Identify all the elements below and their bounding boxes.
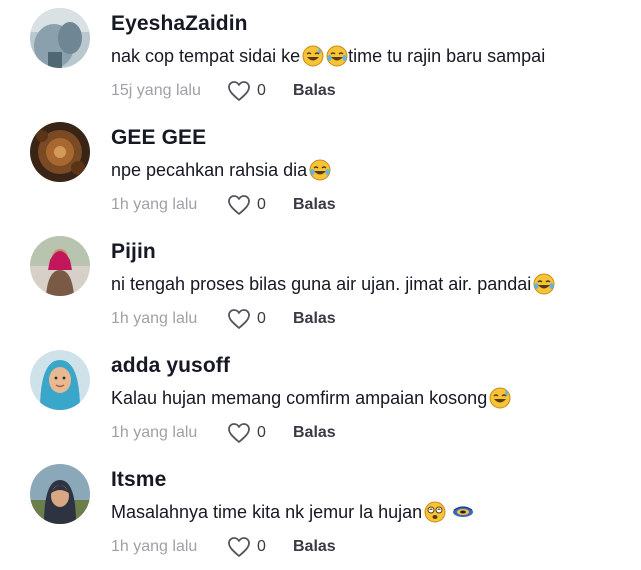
avatar[interactable]	[30, 236, 90, 296]
comment-meta: 1h yang lalu 0 Balas	[111, 536, 336, 558]
like-count: 0	[257, 424, 266, 441]
like-button[interactable]: 0	[227, 80, 293, 102]
tears-of-joy-emoji-icon	[309, 159, 331, 181]
comment-text-part: npe pecahkan rahsia dia	[111, 159, 308, 180]
avatar[interactable]	[30, 464, 90, 524]
comment-meta: 1h yang lalu 0 Balas	[111, 308, 336, 330]
comment-text-part: nak cop tempat sidai ke	[111, 45, 301, 66]
reply-button[interactable]: Balas	[293, 310, 336, 328]
comment-text-part: Kalau hujan memang comfirm ampaian koson…	[111, 387, 488, 408]
comment-meta: 1h yang lalu 0 Balas	[111, 194, 336, 216]
avatar[interactable]	[30, 350, 90, 410]
comment-text-part: Masalahnya time kita nk jemur la hujan	[111, 501, 423, 522]
reply-button[interactable]: Balas	[293, 424, 336, 442]
comment-time: 15j yang lalu	[111, 82, 201, 99]
comment-text: nak cop tempat sidai ke time tu rajin ba…	[111, 45, 545, 67]
avatar[interactable]	[30, 8, 90, 68]
comment-item: Itsme Masalahnya time kita nk jemur la h…	[0, 456, 641, 570]
comment-time: 1h yang lalu	[111, 424, 198, 441]
avatar[interactable]	[30, 122, 90, 182]
comment-username[interactable]: EyeshaZaidin	[111, 12, 248, 36]
dizzy-face-emoji-icon	[424, 501, 446, 523]
comment-username[interactable]: GEE GEE	[111, 126, 206, 150]
tornado-emoji-icon	[452, 501, 474, 523]
heart-icon[interactable]	[227, 194, 251, 216]
comment-list: EyeshaZaidin nak cop tempat sidai ke tim…	[0, 0, 641, 557]
comment-time: 1h yang lalu	[111, 196, 198, 213]
comment-text: ni tengah proses bilas guna air ujan. ji…	[111, 273, 555, 295]
comment-item: Pijin ni tengah proses bilas guna air uj…	[0, 228, 641, 342]
reply-button[interactable]: Balas	[293, 538, 336, 556]
sweat-smile-emoji-icon	[302, 45, 324, 67]
like-count: 0	[257, 310, 266, 327]
comment-time: 1h yang lalu	[111, 538, 198, 555]
comment-text: Masalahnya time kita nk jemur la hujan	[111, 501, 474, 523]
like-count: 0	[257, 538, 266, 555]
comment-username[interactable]: adda yusoff	[111, 354, 230, 378]
like-button[interactable]: 0	[227, 308, 293, 330]
comment-item: EyeshaZaidin nak cop tempat sidai ke tim…	[0, 0, 641, 114]
heart-icon[interactable]	[227, 308, 251, 330]
like-button[interactable]: 0	[227, 194, 293, 216]
heart-icon[interactable]	[227, 80, 251, 102]
like-count: 0	[257, 82, 266, 99]
like-button[interactable]: 0	[227, 536, 293, 558]
like-button[interactable]: 0	[227, 422, 293, 444]
comment-meta: 15j yang lalu 0 Balas	[111, 80, 336, 102]
comment-text: Kalau hujan memang comfirm ampaian koson…	[111, 387, 511, 409]
comment-item: adda yusoff Kalau hujan memang comfirm a…	[0, 342, 641, 456]
comment-time: 1h yang lalu	[111, 310, 198, 327]
tears-of-joy-emoji-icon	[533, 273, 555, 295]
comment-text-part: ni tengah proses bilas guna air ujan. ji…	[111, 273, 532, 294]
like-count: 0	[257, 196, 266, 213]
comment-text: npe pecahkan rahsia dia	[111, 159, 331, 181]
sweat-smile-emoji-icon	[489, 387, 511, 409]
reply-button[interactable]: Balas	[293, 196, 336, 214]
heart-icon[interactable]	[227, 536, 251, 558]
tears-of-joy-emoji-icon	[326, 45, 348, 67]
comment-item: GEE GEE npe pecahkan rahsia dia 1h yang …	[0, 114, 641, 228]
comment-username[interactable]: Pijin	[111, 240, 156, 264]
comment-text-part: time tu rajin baru sampai	[348, 45, 546, 66]
comment-meta: 1h yang lalu 0 Balas	[111, 422, 336, 444]
heart-icon[interactable]	[227, 422, 251, 444]
reply-button[interactable]: Balas	[293, 82, 336, 100]
comment-username[interactable]: Itsme	[111, 468, 166, 492]
